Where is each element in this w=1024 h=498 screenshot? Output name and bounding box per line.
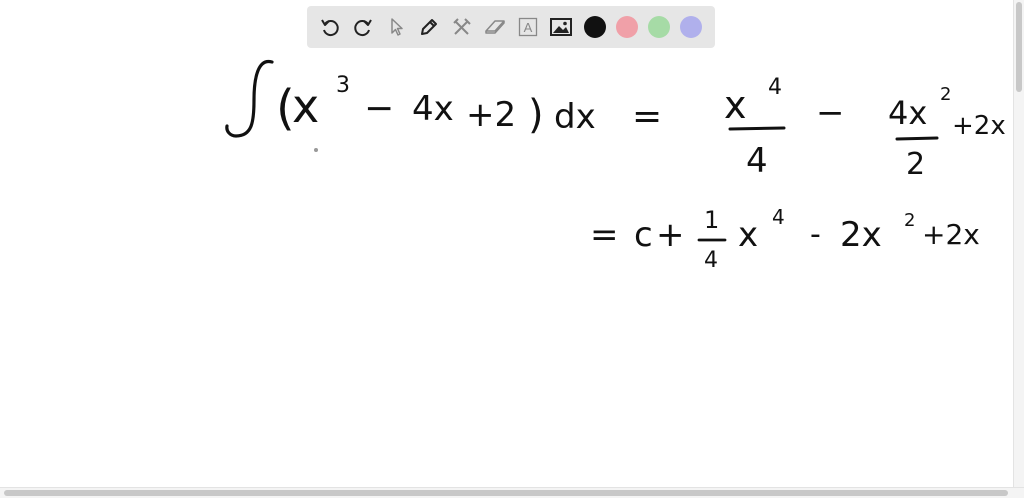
minus-sign-2: −: [816, 93, 845, 133]
term-2x-line2: 2x: [840, 215, 882, 255]
minus-sign-3: -: [810, 217, 821, 252]
tail-2x-line1: +2x: [952, 111, 1006, 141]
fraction2-bar: [895, 136, 939, 141]
plus-sign-2: +: [656, 215, 685, 255]
whiteboard-canvas[interactable]: A ( x 3 − 4x +2 ) dx = x 4 4 − 4x 2 2 +2…: [0, 0, 1024, 498]
fraction2-numerator: 4x: [888, 94, 927, 132]
close-paren: ): [528, 92, 544, 138]
tail-2x-line2: +2x: [922, 218, 980, 251]
handwriting-layer: ( x 3 − 4x +2 ) dx = x 4 4 − 4x 2 2 +2x …: [225, 59, 1006, 273]
fraction1-denominator: 4: [746, 141, 768, 181]
term-4x: 4x: [412, 89, 454, 129]
equals-sign-2: =: [590, 215, 619, 255]
vertical-scroll-thumb[interactable]: [1016, 2, 1022, 92]
horizontal-scrollbar[interactable]: [0, 487, 1024, 498]
term-plus-2: +2: [466, 95, 516, 135]
fraction2-numerator-exponent: 2: [940, 84, 951, 105]
term-2x-line2-exponent: 2: [904, 210, 915, 231]
horizontal-scroll-thumb[interactable]: [4, 490, 1008, 496]
fraction3-denominator: 4: [704, 248, 718, 273]
exponent-3: 3: [336, 73, 350, 98]
fraction1-numerator-exponent: 4: [768, 75, 782, 100]
term-x: x: [292, 79, 319, 133]
dx: dx: [554, 97, 596, 137]
constant-c: c: [634, 215, 653, 255]
minus-sign-1: −: [364, 88, 394, 129]
vertical-scrollbar[interactable]: [1013, 0, 1024, 488]
term-x-line2: x: [738, 215, 758, 255]
equals-sign-1: =: [632, 96, 662, 137]
fraction1-bar: [728, 126, 786, 131]
fraction1-numerator: x: [724, 83, 747, 127]
integral-sign: [225, 59, 274, 138]
term-x-line2-exponent: 4: [772, 205, 785, 229]
fraction3-numerator: 1: [704, 206, 719, 234]
stray-dot: [314, 148, 318, 152]
fraction2-denominator: 2: [906, 147, 925, 182]
